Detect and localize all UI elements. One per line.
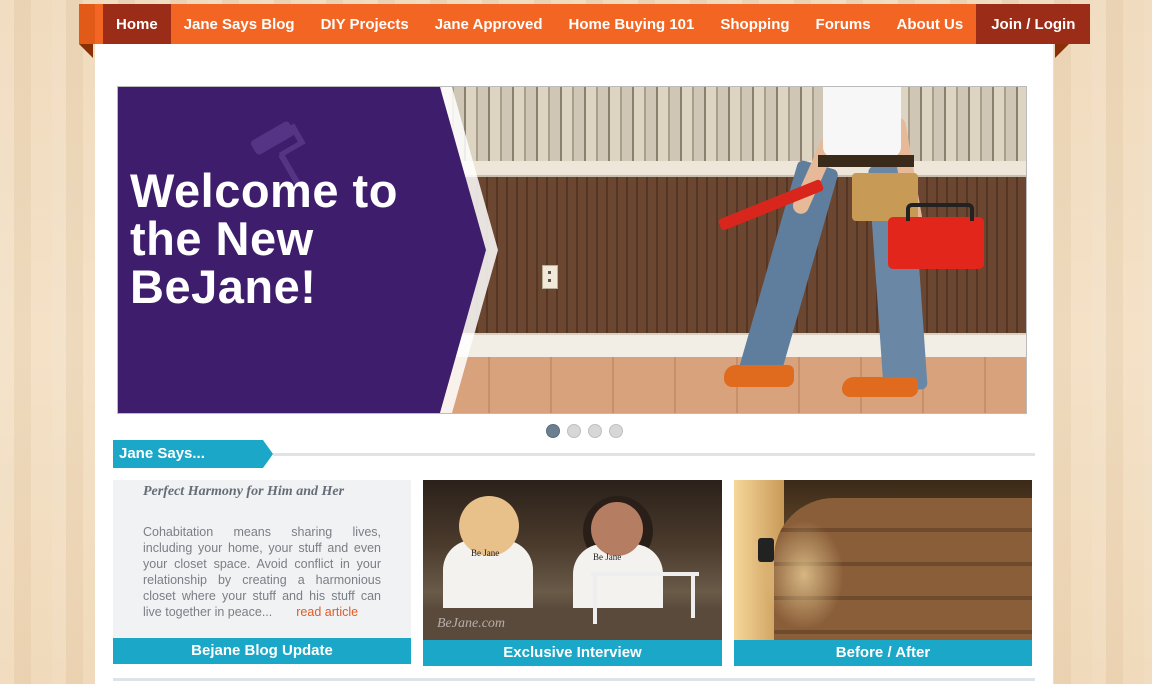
slider-dot-3[interactable] (588, 424, 602, 438)
card-label-blog[interactable]: Bejane Blog Update (113, 638, 411, 664)
lamp-icon (758, 538, 774, 562)
read-article-link[interactable]: read article (296, 605, 358, 619)
card-label-interview[interactable]: Exclusive Interview (423, 640, 722, 666)
card-interview: Be Jane Be Jane BeJane.com Exclusive Int… (423, 480, 722, 666)
section-divider (273, 453, 1035, 456)
slider-dots (546, 424, 623, 438)
garage-thumbnail[interactable] (734, 480, 1032, 640)
blog-title[interactable]: Perfect Harmony for Him and Her (143, 484, 403, 500)
nav-jane-says-blog[interactable]: Jane Says Blog (171, 4, 308, 44)
shirt-logo: Be Jane (471, 548, 500, 558)
main-nav: Home Jane Says Blog DIY Projects Jane Ap… (95, 4, 1091, 44)
content-page: Welcome to the New BeJane! Jane Says... … (95, 44, 1053, 684)
card-blog: Perfect Harmony for Him and Her Cohabita… (113, 480, 411, 666)
interview-thumbnail[interactable]: Be Jane Be Jane BeJane.com (423, 480, 722, 640)
jane-says-header: Jane Says... (113, 440, 1035, 468)
nav-home-buying-101[interactable]: Home Buying 101 (556, 4, 708, 44)
nav-ribbon-left (79, 4, 95, 58)
nav-join-login[interactable]: Join / Login (976, 4, 1091, 44)
nav-shopping[interactable]: Shopping (707, 4, 802, 44)
hero-title: Welcome to the New BeJane! (130, 164, 398, 313)
blog-excerpt: Cohabitation means sharing lives, includ… (143, 525, 381, 619)
card-label-before-after[interactable]: Before / After (734, 640, 1032, 666)
card-before-after: Before / After (734, 480, 1032, 666)
slider-dot-2[interactable] (567, 424, 581, 438)
nav-forums[interactable]: Forums (803, 4, 884, 44)
nav-about-us[interactable]: About Us (884, 4, 977, 44)
shirt-logo: Be Jane (593, 552, 622, 562)
slider-dot-4[interactable] (609, 424, 623, 438)
slider-dot-1[interactable] (546, 424, 560, 438)
blog-preview: Perfect Harmony for Him and Her Cohabita… (113, 480, 411, 638)
nav-home[interactable]: Home (103, 4, 171, 44)
hero-slider[interactable]: Welcome to the New BeJane! (117, 86, 1027, 414)
nav-diy-projects[interactable]: DIY Projects (308, 4, 422, 44)
video-watermark: BeJane.com (437, 616, 506, 631)
section-title: Jane Says... (113, 440, 273, 468)
nav-jane-approved[interactable]: Jane Approved (422, 4, 556, 44)
bottom-divider (113, 678, 1035, 681)
